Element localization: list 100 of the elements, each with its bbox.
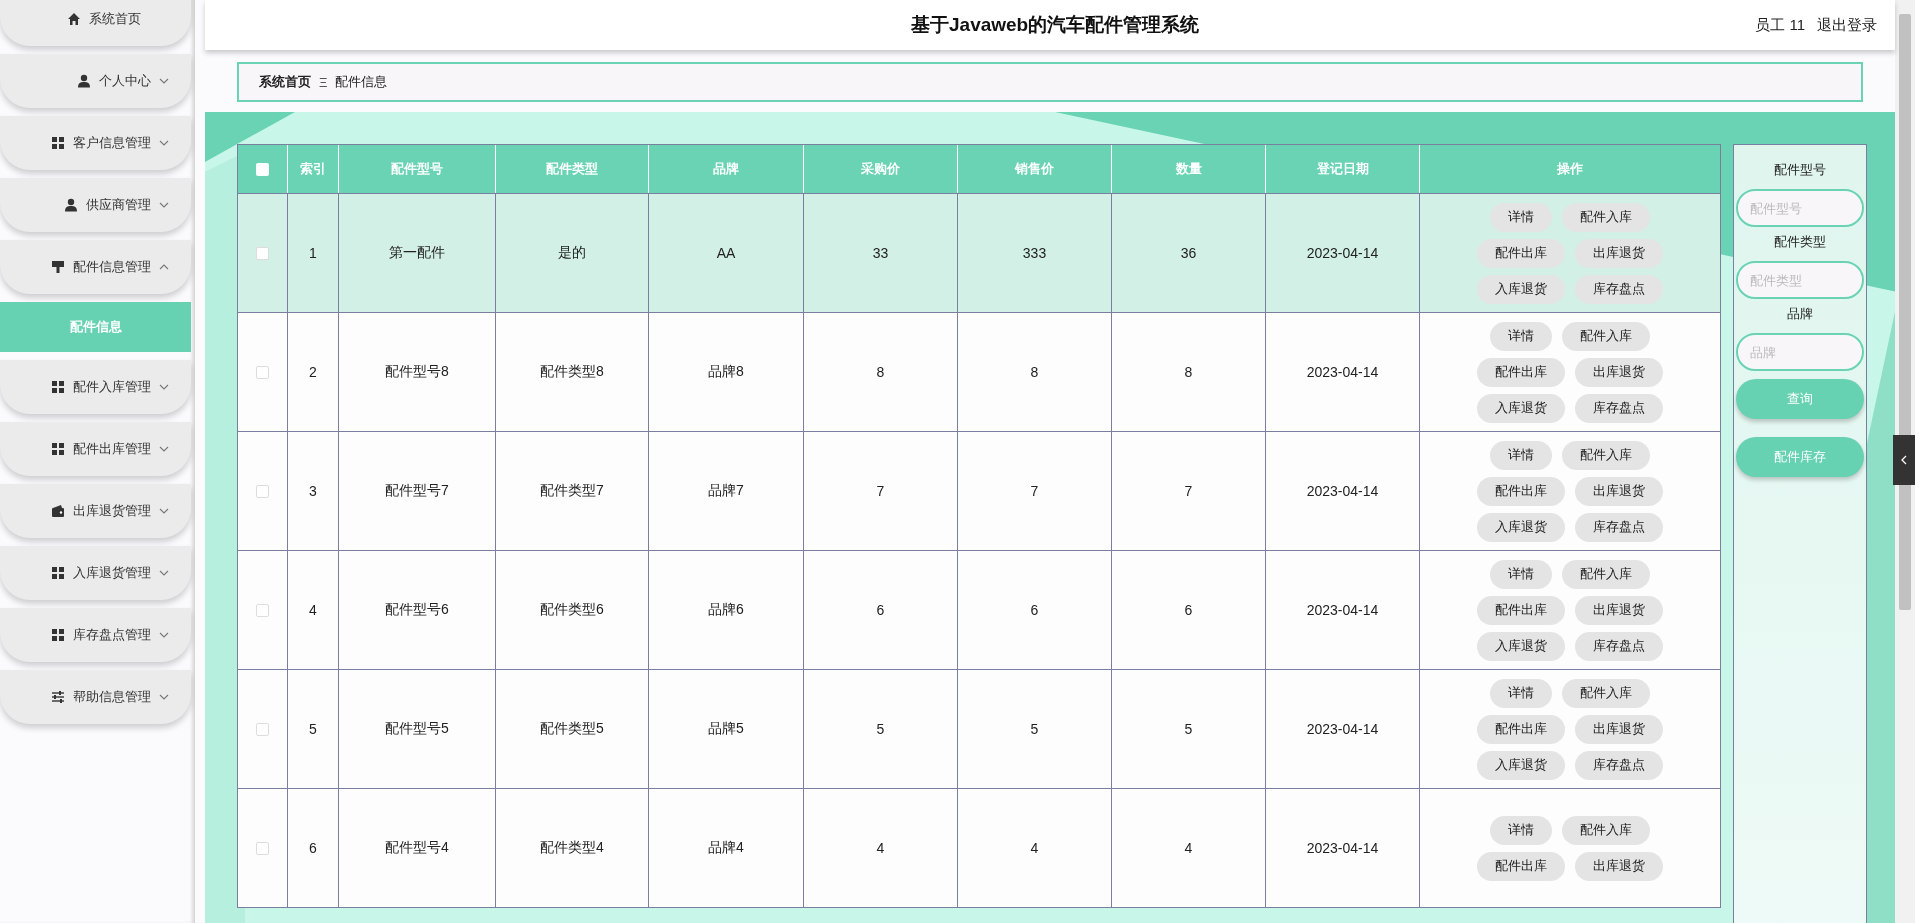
chevron-icon — [159, 694, 169, 700]
table-cell: 5 — [876, 721, 885, 737]
action-button[interactable]: 配件出库 — [1477, 714, 1565, 744]
table-cell: 1 — [309, 245, 317, 261]
input-field[interactable]: 配件型号 — [1736, 189, 1864, 227]
table-cell: 5 — [309, 721, 317, 737]
user-icon — [64, 198, 78, 212]
table-row[interactable]: 2 配件型号8 配件类型8 品牌8 8 8 8 2023-04-14 详情 配件入库 配件出库 出库退货 入库退货 库存盘点 — [238, 312, 1720, 431]
action-button[interactable]: 详情 — [1490, 815, 1552, 845]
action-button[interactable]: 详情 — [1490, 440, 1552, 470]
action-button[interactable]: 配件出库 — [1477, 851, 1565, 881]
action-button[interactable]: 出库退货 — [1575, 851, 1663, 881]
table-row[interactable]: 1 第一配件 是的 AA 33 333 36 2023-04-14 详情 配件入库 配件出库 出库退货 入库退货 库存盘点 — [238, 193, 1720, 312]
checkbox[interactable] — [256, 484, 269, 498]
chevron-icon — [159, 264, 169, 270]
action-button[interactable]: 配件入库 — [1562, 321, 1650, 351]
action-button[interactable]: 库存盘点 — [1575, 393, 1663, 423]
action-button[interactable]: 详情 — [1490, 559, 1552, 589]
action-button[interactable]: 入库退货 — [1477, 750, 1565, 780]
logout-link[interactable]: 退出登录 — [1817, 15, 1877, 35]
input-field[interactable]: 配件类型 — [1736, 261, 1864, 299]
action-button[interactable]: 配件出库 — [1477, 476, 1565, 506]
table-cell: 6 — [1030, 602, 1039, 618]
field-label: 配件型号 — [1774, 161, 1826, 179]
sidebar-item[interactable]: 配件入库管理 — [0, 360, 191, 414]
checkbox[interactable] — [256, 246, 269, 260]
chevron-icon — [159, 140, 169, 146]
table-cell: 8 — [1030, 364, 1039, 380]
table-cell: 33 — [872, 245, 889, 261]
action-button[interactable]: 库存盘点 — [1575, 750, 1663, 780]
table-row[interactable]: 3 配件型号7 配件类型7 品牌7 7 7 7 2023-04-14 详情 配件入库 配件出库 出库退货 入库退货 库存盘点 — [238, 431, 1720, 550]
checkbox[interactable] — [256, 162, 269, 176]
sidebar-item[interactable]: 配件出库管理 — [0, 422, 191, 476]
table-cell: 7 — [1184, 483, 1193, 499]
sliders-icon — [51, 690, 65, 704]
action-button[interactable]: 出库退货 — [1575, 238, 1663, 268]
action-button[interactable]: 出库退货 — [1575, 714, 1663, 744]
sidebar-item[interactable]: 系统首页 — [0, 0, 191, 46]
checkbox[interactable] — [256, 365, 269, 379]
action-button[interactable]: 配件出库 — [1477, 238, 1565, 268]
sidebar-item[interactable]: 出库退货管理 — [0, 484, 191, 538]
action-button[interactable]: 详情 — [1490, 321, 1552, 351]
action-button[interactable]: 配件入库 — [1562, 202, 1650, 232]
sidebar-item[interactable]: 库存盘点管理 — [0, 608, 191, 662]
table-cell: 6 — [876, 602, 885, 618]
table-cell: 配件类型8 — [540, 363, 604, 381]
table-cell: 36 — [1180, 245, 1197, 261]
sidebar-item[interactable]: 帮助信息管理 — [0, 670, 191, 724]
wallet-icon — [51, 504, 65, 518]
field-label: 品牌 — [1787, 305, 1813, 323]
checkbox[interactable] — [256, 722, 269, 736]
action-button[interactable]: 库存盘点 — [1575, 512, 1663, 542]
sidebar-item[interactable]: 供应商管理 — [0, 178, 191, 232]
checkbox[interactable] — [256, 841, 269, 855]
action-button[interactable]: 配件出库 — [1477, 357, 1565, 387]
sidebar-item[interactable]: 个人中心 — [0, 54, 191, 108]
table-cell: 333 — [1022, 245, 1047, 261]
table-cell: 是的 — [558, 244, 586, 262]
action-button[interactable]: 配件出库 — [1477, 595, 1565, 625]
table-cell: 配件类型6 — [540, 601, 604, 619]
action-button[interactable]: 入库退货 — [1477, 631, 1565, 661]
table-cell: 2023-04-14 — [1306, 245, 1379, 261]
action-button[interactable]: 详情 — [1490, 678, 1552, 708]
table-cell: 品牌6 — [708, 601, 744, 619]
app-title: 基于Javaweb的汽车配件管理系统 — [910, 13, 1201, 37]
action-button[interactable]: 配件入库 — [1562, 440, 1650, 470]
home-icon — [67, 12, 81, 26]
table-row[interactable]: 6 配件型号4 配件类型4 品牌4 4 4 4 2023-04-14 详情 配件入库 配件出库 出库退货 — [238, 788, 1720, 907]
table-cell: 配件型号8 — [385, 363, 449, 381]
action-button[interactable]: 库存盘点 — [1575, 274, 1663, 304]
checkbox[interactable] — [256, 603, 269, 617]
action-button[interactable]: 出库退货 — [1575, 476, 1663, 506]
collapse-handle[interactable] — [1893, 435, 1915, 485]
table-cell: 6 — [309, 840, 317, 856]
input-field[interactable]: 品牌 — [1736, 333, 1864, 371]
action-button[interactable]: 入库退货 — [1477, 393, 1565, 423]
table-cell: 2023-04-14 — [1306, 364, 1379, 380]
action-button[interactable]: 配件入库 — [1562, 678, 1650, 708]
field-label: 配件类型 — [1774, 233, 1826, 251]
action-button[interactable]: 入库退货 — [1477, 274, 1565, 304]
action-button[interactable]: 配件入库 — [1562, 559, 1650, 589]
action-button[interactable]: 配件入库 — [1562, 815, 1650, 845]
table-cell: 2023-04-14 — [1306, 483, 1379, 499]
sidebar-item[interactable]: 配件信息管理 — [0, 240, 191, 294]
table-row[interactable]: 4 配件型号6 配件类型6 品牌6 6 6 6 2023-04-14 详情 配件入库 配件出库 出库退货 入库退货 库存盘点 — [238, 550, 1720, 669]
action-button[interactable]: 出库退货 — [1575, 357, 1663, 387]
sidebar-item[interactable]: 客户信息管理 — [0, 116, 191, 170]
chevron-icon — [159, 384, 169, 390]
table-cell: 7 — [876, 483, 885, 499]
table-cell: 4 — [309, 602, 317, 618]
action-button[interactable]: 入库退货 — [1477, 512, 1565, 542]
breadcrumb-item[interactable]: 系统首页 — [259, 73, 311, 91]
table-cell: 配件类型7 — [540, 482, 604, 500]
action-button[interactable]: 详情 — [1490, 202, 1552, 232]
paint-roller-icon — [51, 260, 65, 274]
table-row[interactable]: 5 配件型号5 配件类型5 品牌5 5 5 5 2023-04-14 详情 配件入库 配件出库 出库退货 入库退货 库存盘点 — [238, 669, 1720, 788]
action-button[interactable]: 库存盘点 — [1575, 631, 1663, 661]
action-button[interactable]: 出库退货 — [1575, 595, 1663, 625]
sidebar-item[interactable]: 入库退货管理 — [0, 546, 191, 600]
scrollbar-thumb[interactable] — [1899, 14, 1911, 610]
